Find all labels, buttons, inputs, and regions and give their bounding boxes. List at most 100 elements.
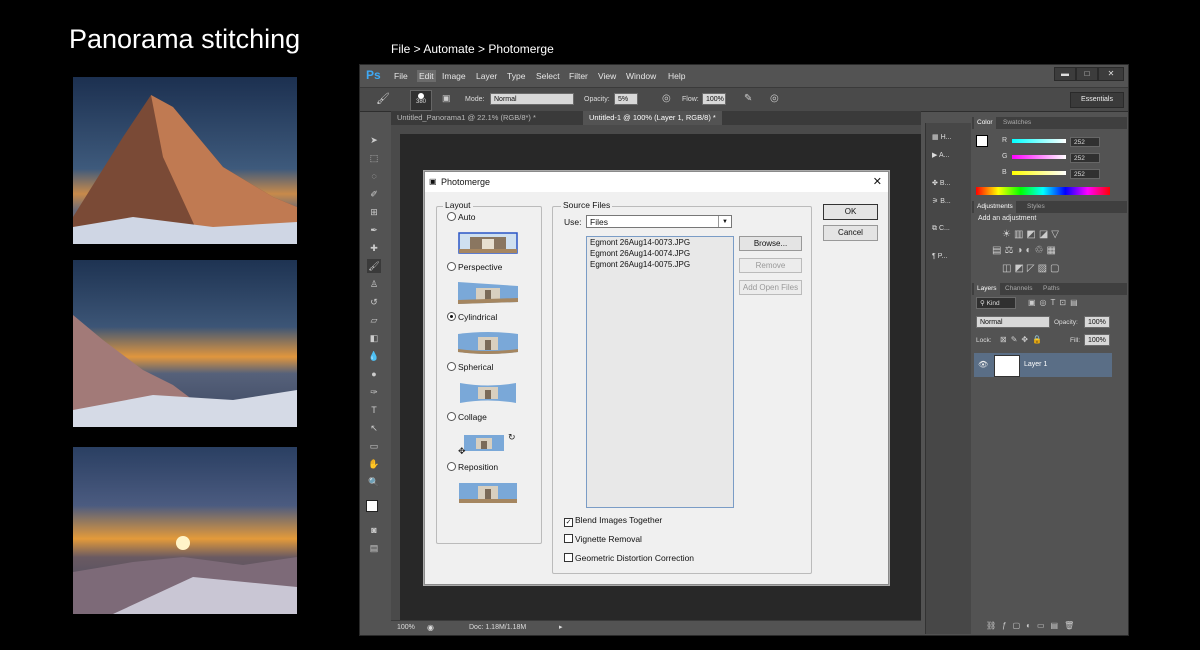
maximize-button[interactable]: □ <box>1076 67 1098 81</box>
close-icon[interactable]: ✕ <box>873 172 882 192</box>
source-file-list[interactable]: Egmont 26Aug14-0073.JPG Egmont 26Aug14-0… <box>586 236 734 508</box>
layer-action-icons[interactable]: ⛓ƒ▢◐▭▤🗑 <box>986 621 1080 630</box>
channel-r-slider[interactable] <box>1012 139 1066 143</box>
brush-tool-selected-icon[interactable]: 🖌 <box>367 259 381 273</box>
lasso-tool-icon[interactable]: ◌ <box>367 169 381 183</box>
brush-panel-button[interactable]: ✤ B... <box>932 179 950 187</box>
layout-cylindrical-radio[interactable]: Cylindrical <box>447 312 497 322</box>
channel-b-slider[interactable] <box>1012 171 1066 175</box>
layout-perspective-radio[interactable]: Perspective <box>447 262 502 272</box>
tab-adjustments[interactable]: Adjustments <box>974 201 1016 213</box>
file-list-item[interactable]: Egmont 26Aug14-0075.JPG <box>587 259 733 270</box>
history-panel-button[interactable]: ▦ H... <box>932 133 951 141</box>
mode-select[interactable]: Normal <box>490 93 574 105</box>
opacity-field[interactable]: 5% <box>614 93 638 105</box>
visibility-eye-icon[interactable]: 👁 <box>978 360 988 369</box>
pressure-opacity-icon[interactable]: ◎ <box>662 93 671 104</box>
tab-channels[interactable]: Channels <box>1002 283 1035 295</box>
foreground-color-swatch[interactable] <box>366 500 378 512</box>
add-open-files-button[interactable]: Add Open Files <box>739 280 802 295</box>
layout-spherical-radio[interactable]: Spherical <box>447 362 493 372</box>
blend-images-checkbox[interactable]: ✓ Blend Images Together <box>564 515 662 527</box>
screen-mode-icon[interactable]: ▤ <box>367 541 381 555</box>
chevron-down-icon[interactable]: ▼ <box>718 216 731 227</box>
layer-opacity-field[interactable]: 100% <box>1084 316 1110 328</box>
geometric-distortion-checkbox[interactable]: Geometric Distortion Correction <box>564 553 694 563</box>
use-select[interactable]: Files ▼ <box>586 215 732 228</box>
color-fg-swatch[interactable] <box>976 135 988 147</box>
eyedropper-tool-icon[interactable]: ✒ <box>367 223 381 237</box>
move-tool-icon[interactable]: ➤ <box>367 133 381 147</box>
menu-edit[interactable]: Edit <box>417 70 436 82</box>
status-arrow-icon[interactable]: ▸ <box>559 623 563 631</box>
cancel-button[interactable]: Cancel <box>823 225 878 241</box>
hand-tool-icon[interactable]: ✋ <box>367 457 381 471</box>
layer-row[interactable]: 👁 Layer 1 <box>974 353 1112 377</box>
adjustment-icons-row-1[interactable]: ☀▥◩◪▽ <box>1002 229 1062 240</box>
adjustment-icons-row-3[interactable]: ◫◩◸▨▢ <box>1002 263 1062 274</box>
stamp-tool-icon[interactable]: ♙ <box>367 277 381 291</box>
menu-layer[interactable]: Layer <box>476 71 497 81</box>
flow-field[interactable]: 100% <box>702 93 726 105</box>
vignette-removal-checkbox[interactable]: Vignette Removal <box>564 534 642 544</box>
color-ramp[interactable] <box>976 187 1110 195</box>
crop-tool-icon[interactable]: ⊞ <box>367 205 381 219</box>
tab-untitled-panorama[interactable]: Untitled_Panorama1 @ 22.1% (RGB/8*) * <box>391 111 542 125</box>
pen-tool-icon[interactable]: ✑ <box>367 385 381 399</box>
gradient-tool-icon[interactable]: ◧ <box>367 331 381 345</box>
menu-type[interactable]: Type <box>507 71 525 81</box>
clone-source-panel-button[interactable]: ⧉ C... <box>932 225 950 233</box>
workspace-switcher[interactable]: Essentials <box>1070 92 1124 108</box>
channel-g-slider[interactable] <box>1012 155 1066 159</box>
menu-select[interactable]: Select <box>536 71 560 81</box>
menu-view[interactable]: View <box>598 71 616 81</box>
quick-mask-icon[interactable]: ◙ <box>367 523 381 537</box>
menu-file[interactable]: File <box>394 71 408 81</box>
marquee-tool-icon[interactable]: ⬚ <box>367 151 381 165</box>
tab-styles[interactable]: Styles <box>1024 201 1048 213</box>
channel-b-value[interactable]: 252 <box>1070 169 1100 179</box>
brush-tool-icon[interactable]: 🖌 <box>376 92 390 105</box>
brush-panel-icon[interactable]: ▣ <box>442 93 451 104</box>
blend-mode-select[interactable]: Normal <box>976 316 1050 328</box>
zoom-level[interactable]: 100% <box>397 624 415 631</box>
tab-untitled-1[interactable]: Untitled-1 @ 100% (Layer 1, RGB/8) * <box>583 111 722 125</box>
minimize-button[interactable]: ▬ <box>1054 67 1076 81</box>
healing-tool-icon[interactable]: ✚ <box>367 241 381 255</box>
layout-reposition-radio[interactable]: Reposition <box>447 462 498 472</box>
tab-layers[interactable]: Layers <box>974 283 1000 295</box>
layer-filter-select[interactable]: ⚲ Kind <box>976 297 1016 309</box>
brush-preset-picker[interactable]: 380 <box>410 90 432 111</box>
actions-panel-button[interactable]: ▶ A... <box>932 151 949 159</box>
shape-tool-icon[interactable]: ▭ <box>367 439 381 453</box>
ok-button[interactable]: OK <box>823 204 878 220</box>
airbrush-icon[interactable]: ✎ <box>744 93 752 104</box>
quick-select-tool-icon[interactable]: ✐ <box>367 187 381 201</box>
path-select-tool-icon[interactable]: ↖ <box>367 421 381 435</box>
brush-presets-panel-button[interactable]: ⚞ B... <box>932 197 951 205</box>
remove-button[interactable]: Remove <box>739 258 802 273</box>
menu-window[interactable]: Window <box>626 71 656 81</box>
close-window-button[interactable]: ✕ <box>1098 67 1124 81</box>
layer-filter-icons[interactable]: ▣◎T⊡▤ <box>1028 298 1082 307</box>
blur-tool-icon[interactable]: 💧 <box>367 349 381 363</box>
menu-help[interactable]: Help <box>668 71 685 81</box>
menu-filter[interactable]: Filter <box>569 71 588 81</box>
channel-r-value[interactable]: 252 <box>1070 137 1100 147</box>
eraser-tool-icon[interactable]: ▱ <box>367 313 381 327</box>
file-list-item[interactable]: Egmont 26Aug14-0074.JPG <box>587 248 733 259</box>
file-list-item[interactable]: Egmont 26Aug14-0073.JPG <box>587 237 733 248</box>
lock-icons[interactable]: ⊠✎✥🔒 <box>1000 335 1046 344</box>
pressure-size-icon[interactable]: ◎ <box>770 93 779 104</box>
tab-swatches[interactable]: Swatches <box>1000 117 1034 129</box>
layout-collage-radio[interactable]: Collage <box>447 412 487 422</box>
tab-paths[interactable]: Paths <box>1040 283 1063 295</box>
tab-color[interactable]: Color <box>974 117 996 129</box>
adjustment-icons-row-2[interactable]: ▤⚖◑◐♲▦ <box>992 245 1059 256</box>
dodge-tool-icon[interactable]: ● <box>367 367 381 381</box>
history-brush-tool-icon[interactable]: ↺ <box>367 295 381 309</box>
fill-field[interactable]: 100% <box>1084 334 1110 346</box>
type-tool-icon[interactable]: T <box>367 403 381 417</box>
layout-auto-radio[interactable]: Auto <box>447 212 476 222</box>
zoom-tool-icon[interactable]: 🔍 <box>367 475 381 489</box>
